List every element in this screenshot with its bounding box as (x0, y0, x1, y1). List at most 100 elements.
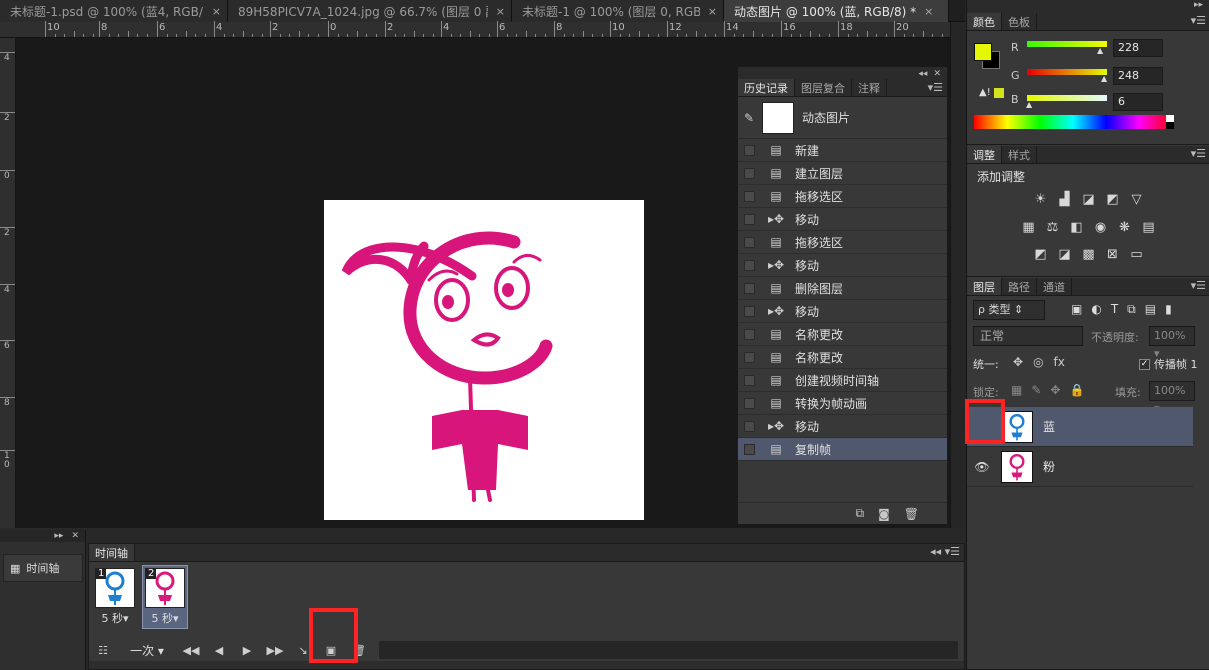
camera-icon[interactable]: ◙ (878, 507, 890, 521)
history-source-checkbox[interactable] (744, 282, 755, 294)
blend-mode-dropdown[interactable]: 正常 (973, 326, 1083, 346)
timeline-panel-button[interactable]: ▦ 时间轴 (3, 554, 83, 582)
history-source-checkbox[interactable] (744, 236, 755, 248)
history-item[interactable]: ▤ 名称更改 (738, 323, 947, 346)
r-slider[interactable] (1027, 41, 1107, 47)
g-slider[interactable] (1027, 69, 1107, 75)
black-white-icon[interactable]: ◧ (1069, 220, 1084, 235)
loop-options-dropdown[interactable]: 一次 ▾ (117, 642, 177, 659)
history-item[interactable]: ▤ 名称更改 (738, 346, 947, 369)
history-source-checkbox[interactable] (744, 374, 755, 386)
tab-channels[interactable]: 通道 (1037, 278, 1072, 295)
history-source-checkbox[interactable] (744, 259, 755, 271)
close-icon[interactable]: × (708, 5, 717, 18)
doc-tab-3[interactable]: 未标题-1 @ 100% (图层 0, RGB/... × (512, 0, 724, 22)
canvas-vertical-scrollbar[interactable] (950, 22, 965, 528)
layer-name[interactable]: 蓝 (1043, 418, 1055, 435)
doc-tab-2[interactable]: 89H58PICV7A_1024.jpg @ 66.7% (图层 0 副... … (228, 0, 512, 22)
panel-menu-icon[interactable]: ▾☰ (1191, 147, 1206, 160)
layer-row-pink[interactable]: 👁 粉 (967, 447, 1193, 487)
tab-layers[interactable]: 图层 (967, 278, 1002, 295)
hue-saturation-icon[interactable]: ▦ (1021, 220, 1036, 235)
history-item[interactable]: ▸✥ 移动 (738, 208, 947, 231)
lock-pixels-icon[interactable]: ✎ (1031, 383, 1041, 397)
timeline-resize-bar[interactable] (89, 661, 964, 669)
b-slider-thumb[interactable]: ▲ (1026, 100, 1032, 109)
filter-toggle-icon[interactable]: ▮ (1165, 302, 1172, 317)
play-icon[interactable]: ▶ (233, 644, 261, 657)
panel-menu-icon[interactable]: ▾☰ (1191, 14, 1206, 27)
tab-layer-comps[interactable]: 图层复合 (795, 79, 852, 96)
history-source-checkbox[interactable] (744, 420, 755, 432)
panel-menu-icon[interactable]: ◂◂ ▾☰ (930, 545, 960, 558)
panel-menu-icon[interactable]: ▾☰ (928, 81, 943, 94)
threshold-icon[interactable]: ▩ (1081, 247, 1096, 262)
propagate-frame-checkbox[interactable]: ✓ 传播帧 1 (1139, 356, 1198, 372)
tab-styles[interactable]: 样式 (1002, 146, 1037, 163)
vibrance-icon[interactable]: ▽ (1129, 192, 1144, 207)
brightness-icon[interactable]: ☀ (1033, 192, 1048, 207)
exposure-icon[interactable]: ◩ (1105, 192, 1120, 207)
close-icon[interactable]: × (924, 5, 933, 18)
history-item[interactable]: ▤ 创建视频时间轴 (738, 369, 947, 392)
color-balance-icon[interactable]: ⚖ (1045, 220, 1060, 235)
lock-position-icon[interactable]: ✥ (1050, 383, 1060, 397)
animation-frame-1[interactable]: 1 5 秒▾ (93, 566, 137, 628)
ruler-vertical[interactable]: 4 2 0 2 4 6 8 1 0 (0, 38, 16, 528)
history-brush-icon[interactable]: ✎ (744, 111, 758, 125)
history-source-checkbox[interactable] (744, 397, 755, 409)
panel-menu-icon[interactable]: ▾☰ (1191, 279, 1206, 292)
previous-frame-icon[interactable]: ◀ (205, 644, 233, 657)
close-icon[interactable]: ✕ (71, 531, 79, 541)
gradient-map-icon[interactable]: ▭ (1129, 247, 1144, 262)
new-document-from-state-icon[interactable]: ⧉ (856, 506, 865, 521)
history-source-checkbox[interactable] (744, 443, 755, 455)
r-slider-thumb[interactable]: ▲ (1097, 46, 1103, 55)
frame-delay-dropdown[interactable]: 5 秒▾ (143, 610, 187, 626)
layer-name[interactable]: 粉 (1043, 458, 1055, 475)
history-item[interactable]: ▸✥ 移动 (738, 254, 947, 277)
tab-adjustments[interactable]: 调整 (967, 146, 1002, 163)
animation-frame-2[interactable]: 2 5 秒▾ (142, 565, 188, 629)
levels-icon[interactable]: ▟ (1057, 192, 1072, 207)
unify-style-icon[interactable]: fx (1054, 355, 1065, 369)
trash-icon[interactable]: 🗑 (904, 507, 919, 521)
posterize-icon[interactable]: ◪ (1057, 247, 1072, 262)
b-value-field[interactable]: 6 (1113, 93, 1163, 111)
invert-icon[interactable]: ◩ (1033, 247, 1048, 262)
history-source-checkbox[interactable] (744, 167, 755, 179)
type-filter-icon[interactable]: T (1111, 302, 1118, 317)
unify-position-icon[interactable]: ✥ (1013, 355, 1023, 369)
close-icon[interactable]: × (496, 5, 505, 18)
g-slider-thumb[interactable]: ▲ (1101, 74, 1107, 83)
opacity-field[interactable]: 100% ▾ (1149, 326, 1195, 360)
pixel-filter-icon[interactable]: ▣ (1071, 302, 1082, 317)
tab-paths[interactable]: 路径 (1002, 278, 1037, 295)
gamut-color-swatch[interactable] (994, 88, 1004, 98)
collapse-icon[interactable]: ▸▸ (1194, 0, 1203, 10)
history-item[interactable]: ▤ 转换为帧动画 (738, 392, 947, 415)
color-lookup-icon[interactable]: ▤ (1141, 220, 1156, 235)
document-canvas[interactable] (324, 200, 644, 520)
history-item[interactable]: ▤ 拖移选区 (738, 185, 947, 208)
tab-notes[interactable]: 注释 (852, 79, 887, 96)
history-item[interactable]: ▸✥ 移动 (738, 300, 947, 323)
eye-icon[interactable]: 👁 (967, 460, 997, 474)
history-source-checkbox[interactable] (744, 144, 755, 156)
color-spectrum-bar[interactable] (974, 115, 1172, 129)
foreground-color-swatch[interactable] (974, 43, 992, 61)
tab-history[interactable]: 历史记录 (738, 79, 795, 96)
black-white-picker[interactable] (1166, 115, 1174, 129)
tab-color[interactable]: 颜色 (967, 13, 1002, 30)
selective-color-icon[interactable]: ⊠ (1105, 247, 1120, 262)
history-item[interactable]: ▤ 复制帧 (738, 438, 947, 461)
frame-delay-dropdown[interactable]: 5 秒▾ (93, 610, 137, 626)
history-source-checkbox[interactable] (744, 351, 755, 363)
curves-icon[interactable]: ◪ (1081, 192, 1096, 207)
b-slider[interactable] (1027, 95, 1107, 101)
photo-filter-icon[interactable]: ◉ (1093, 220, 1108, 235)
history-source-checkbox[interactable] (744, 213, 755, 225)
r-value-field[interactable]: 228 (1113, 39, 1163, 57)
fill-field[interactable]: 100% ▾ (1149, 381, 1195, 415)
smart-object-filter-icon[interactable]: ▤ (1145, 302, 1156, 317)
